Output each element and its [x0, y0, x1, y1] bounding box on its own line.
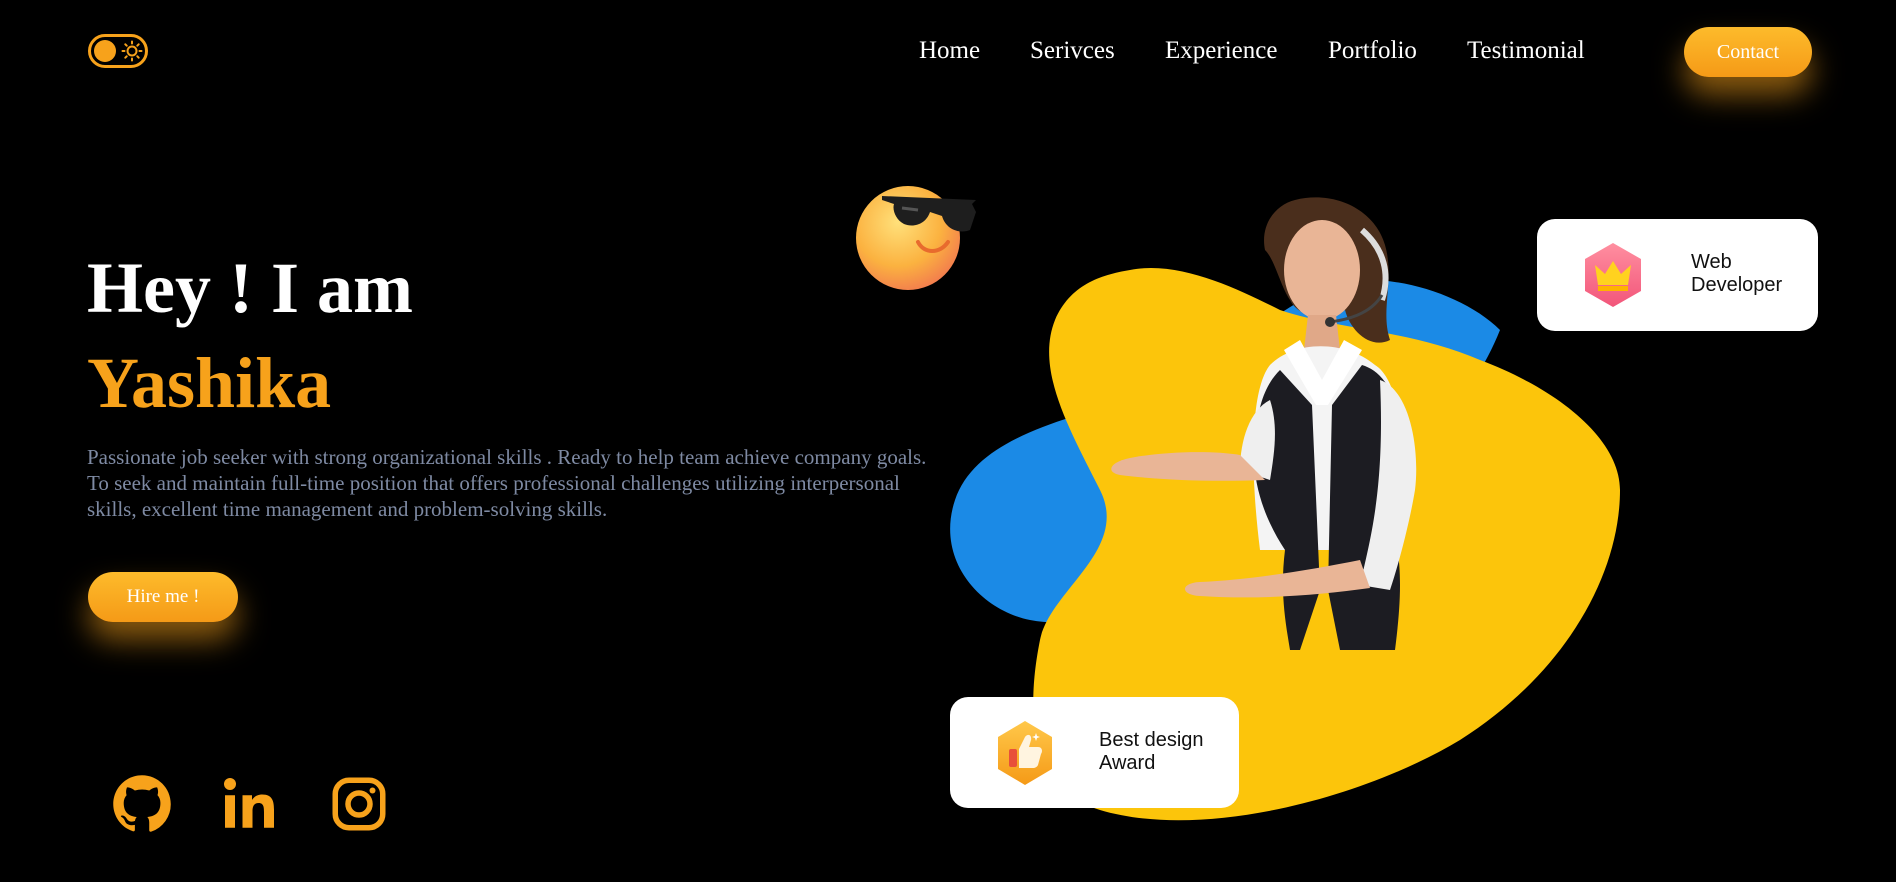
- thumbs-up-icon: [998, 721, 1052, 785]
- nav-portfolio[interactable]: Portfolio: [1328, 34, 1417, 68]
- hero-name: Yashika: [87, 343, 332, 423]
- nav-services[interactable]: Serivces: [1030, 34, 1115, 68]
- linkedin-icon[interactable]: [220, 774, 280, 834]
- github-icon[interactable]: [112, 774, 172, 834]
- nav-experience[interactable]: Experience: [1165, 34, 1277, 68]
- nav-home[interactable]: Home: [919, 34, 980, 68]
- profile-photo: [1111, 197, 1417, 650]
- contact-button[interactable]: Contact: [1684, 27, 1812, 77]
- nav-testimonial[interactable]: Testimonial: [1467, 34, 1585, 68]
- instagram-icon[interactable]: [329, 774, 389, 834]
- hero-description: Passionate job seeker with strong organi…: [87, 445, 927, 521]
- crown-icon: [1585, 243, 1641, 307]
- award-line1: Best design: [1099, 729, 1204, 751]
- sun-icon: [121, 40, 143, 62]
- hero-greeting: Hey ! I am: [87, 248, 413, 328]
- web-developer-card: Web Developer: [1537, 219, 1818, 331]
- cool-emoji-icon: [856, 186, 976, 290]
- theme-toggle[interactable]: [88, 34, 148, 68]
- toggle-knob: [94, 40, 116, 62]
- web-developer-line1: Web: [1691, 251, 1732, 273]
- award-line2: Award: [1099, 752, 1156, 774]
- award-card: Best design Award: [950, 697, 1239, 808]
- hire-me-button[interactable]: Hire me !: [88, 572, 238, 622]
- web-developer-line2: Developer: [1691, 274, 1783, 296]
